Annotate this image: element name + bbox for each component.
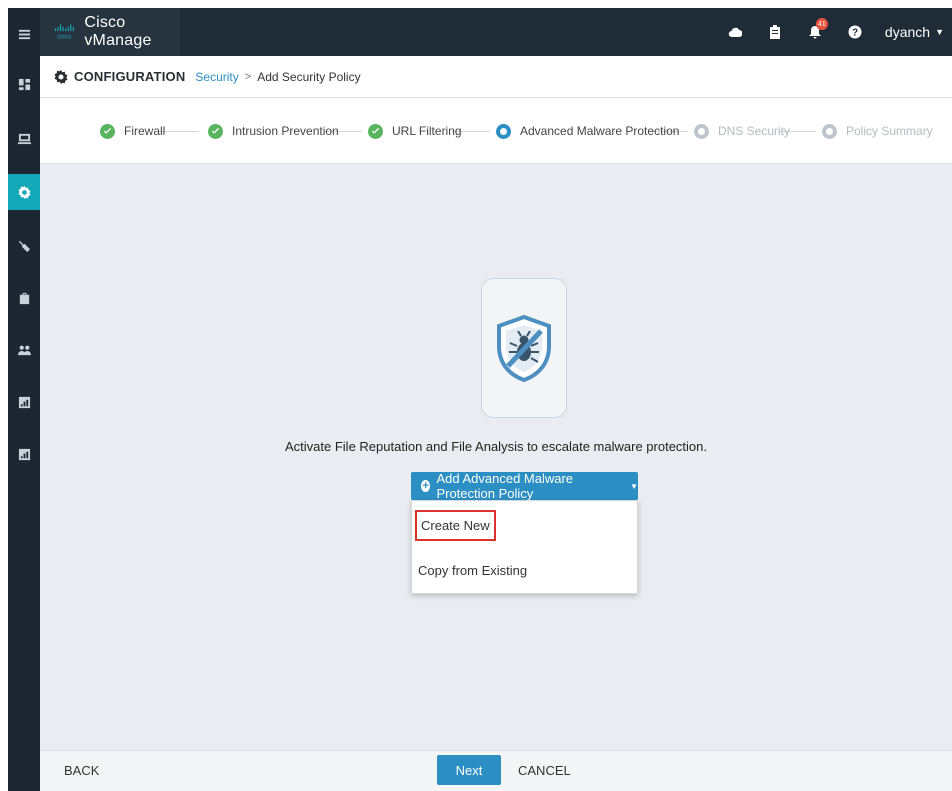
cisco-logo: cisco <box>54 24 74 40</box>
back-button[interactable]: BACK <box>64 763 99 778</box>
cancel-button[interactable]: CANCEL <box>518 763 571 778</box>
step-url-filtering[interactable]: URL Filtering <box>368 122 462 140</box>
breadcrumb-separator: > <box>244 70 252 83</box>
activation-description-text: Activate File Reputation and File Analys… <box>285 439 707 454</box>
page-title: Add Security Policy <box>257 69 361 84</box>
page-section: CONFIGURATION <box>74 69 186 84</box>
analytics-icon[interactable] <box>8 384 40 420</box>
app-window: cisco Cisco vManage 41 ? dyanch ▼ CONFIG… <box>8 8 952 791</box>
maintenance-icon[interactable] <box>8 280 40 316</box>
tools-icon[interactable] <box>8 228 40 264</box>
main-content: Activate File Reputation and File Analys… <box>40 165 952 750</box>
check-icon <box>368 123 383 139</box>
administration-icon[interactable] <box>8 332 40 368</box>
brand[interactable]: cisco Cisco vManage <box>40 8 180 56</box>
help-icon[interactable]: ? <box>835 8 875 56</box>
activation-description: Activate File Reputation and File Analys… <box>40 439 952 454</box>
monitor-icon[interactable] <box>8 120 40 156</box>
add-amp-policy-label: Add Advanced Malware Protection Policy <box>436 471 574 501</box>
check-icon <box>208 123 223 139</box>
breadcrumb-link-security[interactable]: Security <box>195 70 238 84</box>
menu-item-copy-from-existing[interactable]: Copy from Existing <box>418 563 527 578</box>
breadcrumb: CONFIGURATION Security > Add Security Po… <box>40 56 952 98</box>
next-button[interactable]: Next <box>437 755 501 785</box>
user-menu[interactable]: dyanch ▼ <box>875 8 952 56</box>
clipboard-icon[interactable] <box>755 8 795 56</box>
svg-text:?: ? <box>852 28 858 39</box>
step-policy-summary: Policy Summary <box>822 122 933 140</box>
user-name: dyanch <box>884 24 931 40</box>
check-icon <box>100 123 115 139</box>
wizard-footer: BACK Next CANCEL <box>40 750 952 791</box>
menu-item-create-new[interactable]: Create New <box>415 510 496 541</box>
step-label: DNS Security <box>718 124 791 138</box>
top-bar: cisco Cisco vManage 41 ? dyanch ▼ <box>40 8 952 56</box>
menu-icon[interactable] <box>8 16 40 52</box>
add-amp-policy-button[interactable]: + Add Advanced Malware Protection Policy… <box>411 471 638 501</box>
svg-text:cisco: cisco <box>57 34 71 40</box>
top-icons: 41 ? dyanch ▼ <box>715 8 952 56</box>
sidebar <box>8 8 40 791</box>
malware-protection-card <box>481 278 567 418</box>
malware-shield-icon <box>497 314 551 382</box>
pending-step-icon <box>822 123 837 139</box>
add-policy-dropdown: Create New Copy from Existing <box>411 500 638 594</box>
step-advanced-malware-protection[interactable]: Advanced Malware Protection <box>496 122 679 140</box>
step-label: Intrusion Prevention <box>232 124 339 138</box>
step-firewall[interactable]: Firewall <box>100 122 165 140</box>
configuration-icon[interactable] <box>8 174 40 210</box>
dashboard-icon[interactable] <box>8 66 40 102</box>
wizard-stepper: Firewall Intrusion Prevention URL Filter… <box>40 98 952 164</box>
step-dns-security: DNS Security <box>694 122 790 140</box>
pending-step-icon <box>694 123 709 139</box>
reports-icon[interactable] <box>8 436 40 472</box>
cloud-icon[interactable] <box>715 8 755 56</box>
notification-badge: 41 <box>815 18 828 30</box>
bell-icon[interactable]: 41 <box>795 8 835 56</box>
plus-icon: + <box>421 479 431 492</box>
step-label: Policy Summary <box>846 124 933 138</box>
step-label: Advanced Malware Protection <box>520 124 680 138</box>
step-intrusion-prevention[interactable]: Intrusion Prevention <box>208 122 339 140</box>
step-label: Firewall <box>124 124 166 138</box>
app-title: Cisco vManage <box>84 14 152 49</box>
current-step-icon <box>496 123 511 139</box>
gear-icon <box>54 69 68 84</box>
chevron-down-icon: ▼ <box>630 481 638 491</box>
chevron-down-icon: ▼ <box>935 27 944 37</box>
step-label: URL Filtering <box>392 124 462 138</box>
